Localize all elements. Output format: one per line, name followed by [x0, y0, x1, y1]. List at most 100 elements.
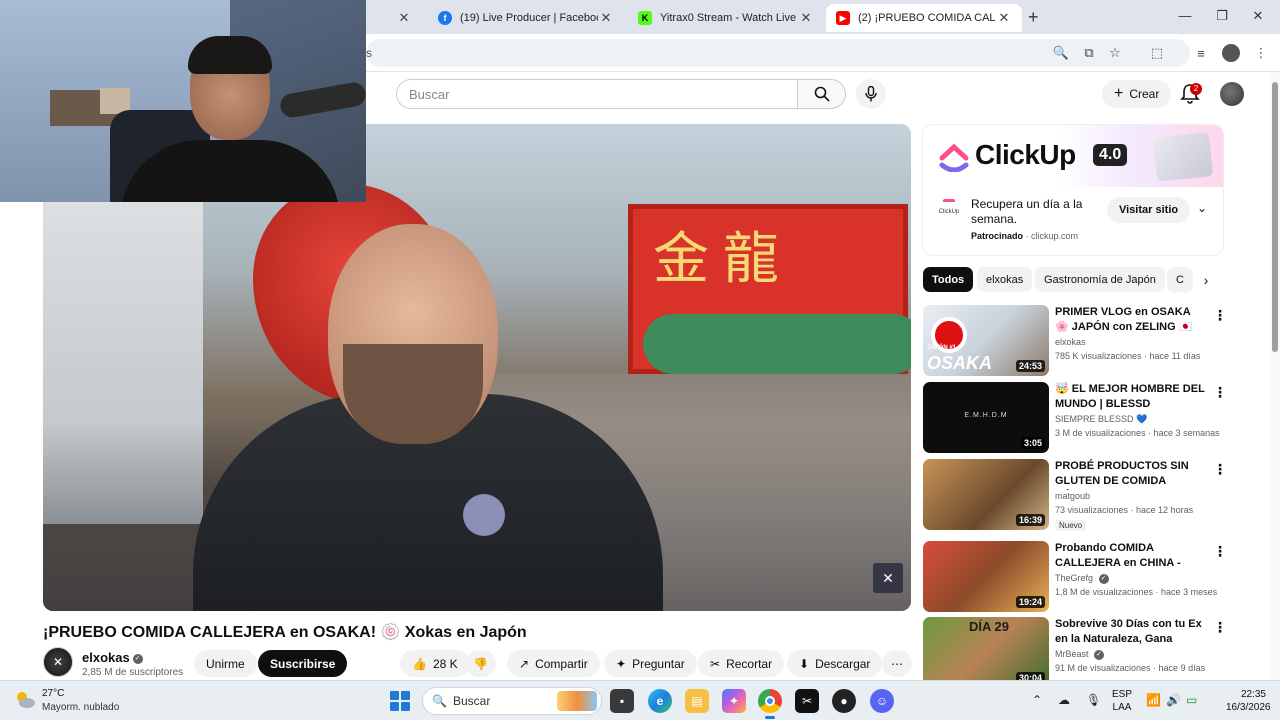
channel-avatar[interactable]: ✕: [43, 647, 73, 677]
scissors-icon: ✂: [710, 656, 721, 671]
discord-icon[interactable]: ☺: [870, 689, 894, 713]
like-button[interactable]: 👍 28 K: [400, 650, 470, 677]
recommendation-item[interactable]: 19:24 Probando COMIDA CALLEJERA en CHINA…: [923, 541, 1227, 613]
clock[interactable]: 22:35 16/3/2026: [1226, 688, 1271, 714]
windows-start-icon[interactable]: [390, 691, 410, 711]
zoom-icon[interactable]: 🔍: [1052, 44, 1070, 62]
recommendation-item[interactable]: E.M.H.D.M 3:05 🤯 EL MEJOR HOMBRE DEL MUN…: [923, 382, 1227, 454]
account-avatar[interactable]: [1220, 82, 1244, 106]
screen: ✕ f (19) Live Producer | Facebook ✕ K Yi…: [0, 0, 1280, 720]
verified-check-icon: ✓: [1098, 573, 1109, 584]
chip-gastronomia[interactable]: Gastronomía de Japón: [1035, 267, 1165, 292]
subscribe-button[interactable]: Suscribirse: [258, 650, 348, 677]
thumbnail[interactable]: E.M.H.D.M 3:05: [923, 382, 1049, 453]
chevron-down-icon[interactable]: ⌄: [1197, 201, 1207, 215]
kebab-menu-icon[interactable]: ⋮: [1213, 619, 1223, 636]
battery-icon[interactable]: ▭: [1186, 693, 1197, 707]
scrollbar-thumb[interactable]: [1272, 82, 1278, 352]
tab-youtube[interactable]: ▶ (2) ¡PRUEBO COMIDA CALLEJERA ✕: [826, 4, 1022, 32]
channel-name[interactable]: elxokas ✓: [82, 650, 143, 665]
duration-badge: 30:04: [1015, 672, 1045, 680]
search-input[interactable]: Buscar: [396, 79, 798, 109]
sponsored-ad[interactable]: ClickUp 4.0 ClickUp Recupera un día a la…: [923, 125, 1223, 255]
install-app-icon[interactable]: ⧉: [1080, 44, 1098, 62]
thumbnail[interactable]: 16:39: [923, 459, 1049, 530]
capcut-icon[interactable]: ✂: [795, 689, 819, 713]
new-badge: Nuevo: [1055, 520, 1087, 531]
show-hidden-icons-chevron-icon[interactable]: ⌃: [1032, 693, 1042, 707]
minimize-icon[interactable]: —: [1175, 8, 1195, 23]
duration-badge: 3:05: [1020, 437, 1045, 449]
bookmark-star-icon[interactable]: ☆: [1106, 44, 1124, 62]
verified-check-icon: ✓: [132, 653, 143, 664]
volume-icon[interactable]: 🔊: [1166, 693, 1181, 707]
media-controls-icon[interactable]: ≡: [1192, 44, 1210, 62]
recommendation-item[interactable]: 16:39 PROBÉ PRODUCTOS SIN GLUTEN DE COMI…: [923, 459, 1227, 531]
ask-button[interactable]: ✦ Preguntar: [604, 650, 697, 677]
chevron-right-icon[interactable]: ›: [1196, 272, 1216, 292]
chip-more[interactable]: C: [1167, 267, 1193, 292]
tab-hidden-edge[interactable]: ✕: [366, 4, 422, 32]
microphone-icon[interactable]: 🎙: [1086, 693, 1101, 707]
filter-chips: Todos elxokas Gastronomía de Japón C: [923, 267, 1223, 293]
close-tab-icon[interactable]: ✕: [996, 10, 1012, 26]
clip-button[interactable]: ✂ Recortar: [698, 650, 785, 677]
video-sign-text: 金龍: [653, 227, 793, 292]
thumbnail[interactable]: 19:24: [923, 541, 1049, 612]
search-highlight-image: [557, 691, 597, 711]
page-scrollbar[interactable]: [1270, 72, 1280, 680]
recommendation-item[interactable]: DÍA 29 30:04 Sobrevive 30 Días con tu Ex…: [923, 617, 1223, 680]
weather-status[interactable]: Mayorm. nublado: [42, 702, 119, 713]
thumbnail[interactable]: JAPÓN #1 OSAKA 24:53: [923, 305, 1049, 376]
recommendation-channel: TheGrefg ✓: [1055, 573, 1109, 584]
taskbar-search[interactable]: 🔍 Buscar: [422, 687, 602, 715]
weather-cloud-icon[interactable]: [14, 690, 36, 710]
wifi-icon[interactable]: 📶: [1146, 693, 1161, 707]
recommendation-item[interactable]: JAPÓN #1 OSAKA 24:53 PRIMER VLOG en OSAK…: [923, 305, 1227, 377]
copilot-icon[interactable]: ✦: [722, 689, 746, 713]
join-button[interactable]: Unirme: [194, 650, 257, 677]
share-button[interactable]: ↗ Compartir: [507, 650, 600, 677]
menu-kebab-icon[interactable]: ⋮: [1252, 44, 1270, 62]
video-scene-dragon: [643, 314, 911, 374]
kebab-menu-icon[interactable]: ⋮: [1213, 307, 1227, 324]
ad-brand: ClickUp: [975, 139, 1076, 170]
edge-browser-icon[interactable]: e: [648, 689, 672, 713]
channel-watermark-icon[interactable]: ✕: [873, 563, 903, 593]
more-actions-button[interactable]: ⋯: [882, 650, 912, 677]
kebab-menu-icon[interactable]: ⋮: [1213, 461, 1227, 478]
duration-badge: 16:39: [1015, 514, 1045, 526]
ad-version-badge: 4.0: [1093, 144, 1128, 166]
close-tab-icon[interactable]: ✕: [396, 10, 412, 26]
chrome-browser-icon[interactable]: [758, 689, 782, 719]
onedrive-icon[interactable]: ☁: [1058, 693, 1070, 707]
extensions-icon[interactable]: ⬚: [1148, 44, 1166, 62]
create-button[interactable]: + Crear: [1102, 80, 1172, 108]
kebab-menu-icon[interactable]: ⋮: [1213, 384, 1227, 401]
download-button[interactable]: ⬇ Descargar: [787, 650, 883, 677]
file-explorer-icon[interactable]: ▤: [685, 689, 709, 713]
obs-studio-icon[interactable]: ●: [832, 689, 856, 713]
share-icon: ↗: [519, 656, 530, 671]
chip-elxokas[interactable]: elxokas: [977, 267, 1033, 292]
kebab-menu-icon[interactable]: ⋮: [1213, 543, 1227, 560]
task-view-icon[interactable]: ▪: [610, 689, 634, 713]
voice-search-button[interactable]: [856, 79, 886, 109]
close-window-icon[interactable]: ✕: [1248, 8, 1268, 24]
input-language[interactable]: ESP LAA: [1112, 688, 1132, 714]
close-tab-icon[interactable]: ✕: [598, 10, 614, 26]
maximize-icon[interactable]: ❐: [1212, 8, 1232, 24]
close-tab-icon[interactable]: ✕: [798, 10, 814, 26]
weather-temperature[interactable]: 27°C: [42, 688, 64, 699]
tab-facebook[interactable]: f (19) Live Producer | Facebook ✕: [428, 4, 624, 32]
search-icon: 🔍: [432, 694, 447, 708]
visit-site-button[interactable]: Visitar sitio: [1107, 197, 1191, 223]
thumbnail[interactable]: DÍA 29 30:04: [923, 617, 1049, 680]
dislike-button[interactable]: 👎: [465, 650, 496, 677]
search-button[interactable]: [798, 79, 846, 109]
chip-todos[interactable]: Todos: [923, 267, 974, 292]
tab-kick[interactable]: K Yitrax0 Stream - Watch Live on ✕: [628, 4, 824, 32]
ad-banner[interactable]: ClickUp 4.0: [923, 125, 1223, 187]
new-tab-icon[interactable]: +: [1028, 7, 1039, 28]
profile-avatar[interactable]: [1222, 44, 1240, 62]
